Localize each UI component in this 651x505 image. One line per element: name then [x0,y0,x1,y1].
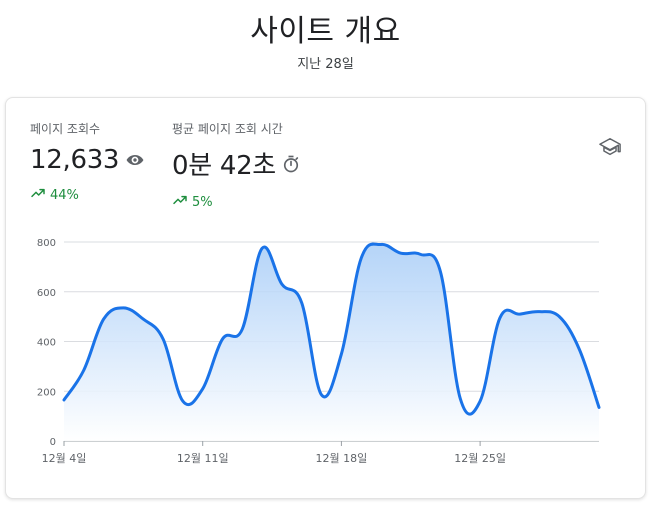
data-point [239,326,245,332]
data-point [61,397,67,403]
data-point [576,346,582,352]
data-point [477,398,483,404]
data-point [457,396,463,402]
x-tick-label: 12월 25일 [454,451,506,465]
overview-card: 페이지 조회수 12,633 44% 평균 페이지 조회 시간 0분 42초 5… [5,97,646,499]
data-point [596,404,602,410]
data-point [101,316,107,322]
data-point [517,311,523,317]
data-point [537,309,543,315]
data-point [378,241,384,247]
data-point [556,314,562,320]
data-point [140,316,146,322]
page-views-chart: 0 200 400 600 800 12월 4일 12월 11일 12월 18일 12월 25일 [37,238,602,465]
data-point [319,392,325,398]
data-point [358,255,364,261]
x-tick-label: 12월 18일 [316,451,368,465]
data-point [497,315,503,321]
data-point [259,245,265,251]
data-point [160,336,166,342]
page-title: 사이트 개요 [250,14,401,49]
data-point [338,351,344,357]
data-point [120,305,126,311]
data-point [437,269,443,275]
data-point [279,281,285,287]
y-tick-label: 0 [50,437,56,448]
data-point [418,251,424,257]
page-subtitle: 지난 28일 [297,57,354,72]
y-tick-label: 200 [37,387,56,398]
data-point [81,367,87,373]
data-point [180,398,186,404]
data-point [200,386,206,392]
data-point [398,250,404,256]
x-tick-label: 12월 4일 [42,451,87,465]
data-point [220,336,226,342]
y-tick-label: 800 [37,238,56,249]
series-area [64,244,599,441]
y-tick-label: 600 [37,288,56,299]
data-point [299,300,305,306]
x-tick-label: 12월 11일 [177,451,229,465]
y-tick-label: 400 [37,338,56,349]
